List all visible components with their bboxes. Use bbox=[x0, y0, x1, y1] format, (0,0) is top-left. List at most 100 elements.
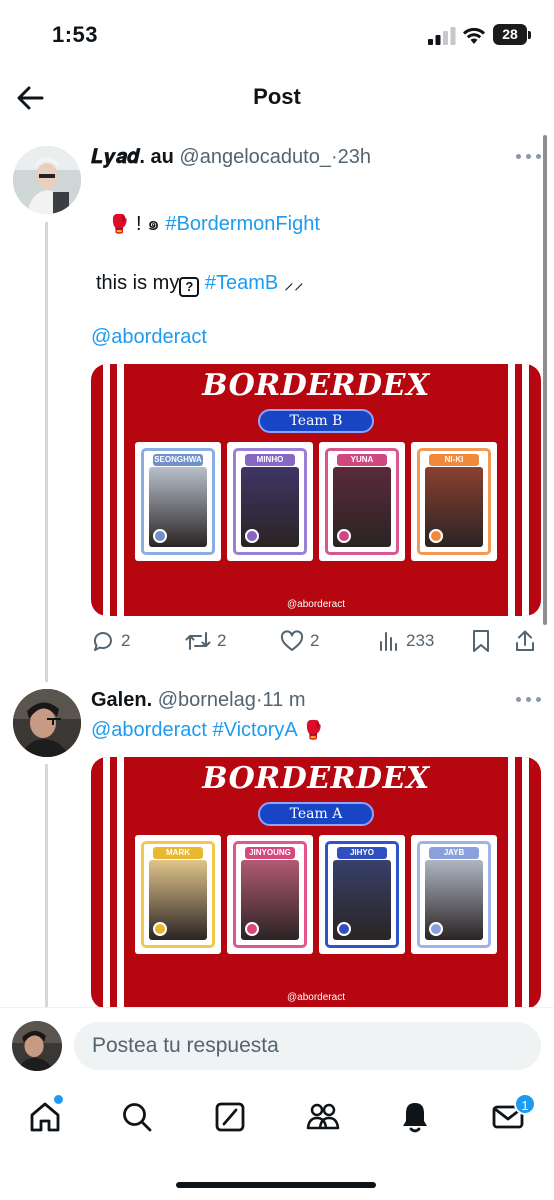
tweet-actions: 2 2 2 233 bbox=[91, 628, 541, 654]
member-photo bbox=[149, 467, 207, 547]
nav-notifications[interactable] bbox=[392, 1097, 438, 1137]
member-card-frame: MINHO bbox=[233, 448, 307, 555]
repost-count: 2 bbox=[217, 631, 227, 650]
tweet-text-line: @aborderact bbox=[91, 326, 207, 349]
battery-tip bbox=[528, 31, 531, 39]
member-name: SEONGHWA bbox=[153, 454, 203, 466]
type-badge-icon bbox=[337, 922, 351, 936]
home-notification-dot bbox=[54, 1095, 63, 1104]
views-button[interactable]: 233 bbox=[378, 628, 434, 654]
member-card-frame: SEONGHWA bbox=[141, 448, 215, 555]
card-handle: @aborderact bbox=[287, 992, 345, 1003]
type-badge-icon bbox=[153, 922, 167, 936]
more-options-icon[interactable] bbox=[516, 151, 542, 161]
member-card-frame: JAYB bbox=[417, 841, 491, 948]
member-photo bbox=[333, 860, 391, 940]
like-count: 2 bbox=[310, 631, 320, 650]
hashtag-link[interactable]: #TeamB bbox=[205, 272, 278, 294]
member-photo bbox=[149, 860, 207, 940]
share-button[interactable] bbox=[514, 628, 536, 654]
display-name[interactable]: Galen. bbox=[91, 689, 152, 711]
boxing-glove-icon: 🥊 bbox=[108, 214, 131, 234]
bell-icon bbox=[403, 1103, 427, 1133]
separator-dot: · bbox=[330, 146, 338, 168]
question-box-icon: ? bbox=[179, 277, 200, 297]
member-card: JIHYO bbox=[319, 835, 405, 954]
member-card-frame: JINYOUNG bbox=[233, 841, 307, 948]
more-options-icon[interactable] bbox=[516, 694, 542, 704]
type-badge-icon bbox=[245, 922, 259, 936]
nav-communities[interactable] bbox=[300, 1097, 346, 1137]
bookmark-icon bbox=[473, 630, 489, 652]
display-name[interactable]: 𝑳𝒚𝒂𝒅. au bbox=[91, 146, 174, 168]
repost-button[interactable]: 2 bbox=[185, 628, 226, 654]
member-card-frame: MARK bbox=[141, 841, 215, 948]
heart-icon bbox=[280, 630, 304, 651]
messages-badge: 1 bbox=[514, 1093, 536, 1115]
tweet-header: Galen. @bornelag·11 m bbox=[91, 689, 306, 712]
mention-link[interactable]: @aborderact bbox=[91, 719, 207, 741]
user-handle[interactable]: @bornelag bbox=[158, 689, 256, 711]
avatar-photo bbox=[13, 146, 81, 214]
thread-line bbox=[45, 764, 48, 1007]
thread-line bbox=[45, 222, 48, 682]
reply-bar: Postea tu respuesta bbox=[0, 1007, 554, 1085]
tweet-text-line: @aborderact #VictoryA 🥊 bbox=[91, 719, 325, 742]
bookmark-button[interactable] bbox=[471, 628, 491, 654]
member-card-frame: JIHYO bbox=[325, 841, 399, 948]
avatar[interactable] bbox=[13, 146, 81, 214]
tweet-text-line: this is my? #TeamB ⸝⸝ bbox=[96, 268, 304, 297]
hashtag-link[interactable]: #VictoryA bbox=[212, 719, 296, 741]
member-name: YUNA bbox=[337, 454, 387, 466]
hashtag-link[interactable]: #BordermonFight bbox=[165, 213, 320, 235]
header: Post bbox=[0, 70, 554, 128]
home-indicator[interactable] bbox=[176, 1182, 376, 1188]
search-icon bbox=[123, 1103, 152, 1132]
text-fragment: ⸝⸝ bbox=[283, 272, 304, 294]
user-handle[interactable]: @angelocaduto_ bbox=[179, 146, 331, 168]
views-count: 233 bbox=[406, 631, 435, 650]
member-card: SEONGHWA bbox=[135, 442, 221, 561]
communities-icon bbox=[306, 1103, 340, 1130]
avatar[interactable] bbox=[13, 689, 81, 757]
member-card: MINHO bbox=[227, 442, 313, 561]
status-bar: 1:53 28 bbox=[0, 0, 554, 70]
member-name: JIHYO bbox=[337, 847, 387, 859]
my-avatar[interactable] bbox=[12, 1021, 62, 1071]
nav-search[interactable] bbox=[114, 1097, 160, 1137]
grok-icon bbox=[215, 1102, 245, 1132]
timestamp[interactable]: 11 m bbox=[263, 689, 306, 711]
card-title: BORDERDEX bbox=[202, 368, 430, 403]
type-badge-icon bbox=[153, 529, 167, 543]
status-time: 1:53 bbox=[52, 22, 99, 47]
member-card: NI-KI bbox=[411, 442, 497, 561]
reply-input[interactable]: Postea tu respuesta bbox=[74, 1022, 541, 1070]
media-image[interactable]: BORDERDEX Team B SEONGHWA MINHO YUNA NI-KI … bbox=[91, 364, 541, 616]
repost-icon bbox=[185, 632, 211, 650]
media-image[interactable]: BORDERDEX Team A MARK JINYOUNG JIHYO JAYB @… bbox=[91, 757, 541, 1009]
type-badge-icon bbox=[337, 529, 351, 543]
card-title: BORDERDEX bbox=[202, 761, 430, 796]
reply-icon bbox=[93, 632, 112, 651]
member-name: JAYB bbox=[429, 847, 479, 859]
scrollbar[interactable] bbox=[543, 135, 547, 625]
page-title: Post bbox=[253, 84, 301, 109]
team-pill: Team A bbox=[258, 802, 374, 826]
member-card: JINYOUNG bbox=[227, 835, 313, 954]
reply-button[interactable]: 2 bbox=[91, 628, 130, 654]
member-card: JAYB bbox=[411, 835, 497, 954]
member-photo bbox=[425, 467, 483, 547]
card-handle: @aborderact bbox=[287, 599, 345, 610]
team-pill: Team B bbox=[258, 409, 374, 433]
member-card: YUNA bbox=[319, 442, 405, 561]
mention-link[interactable]: @aborderact bbox=[91, 326, 207, 348]
tweet-header: 𝑳𝒚𝒂𝒅. au @angelocaduto_·23h bbox=[91, 146, 371, 169]
timestamp[interactable]: 23h bbox=[338, 146, 371, 168]
member-photo bbox=[333, 467, 391, 547]
member-photo bbox=[241, 860, 299, 940]
member-card-frame: YUNA bbox=[325, 448, 399, 555]
member-name: NI-KI bbox=[429, 454, 479, 466]
nav-grok[interactable] bbox=[207, 1097, 253, 1137]
like-button[interactable]: 2 bbox=[280, 628, 319, 654]
reply-count: 2 bbox=[121, 631, 131, 650]
